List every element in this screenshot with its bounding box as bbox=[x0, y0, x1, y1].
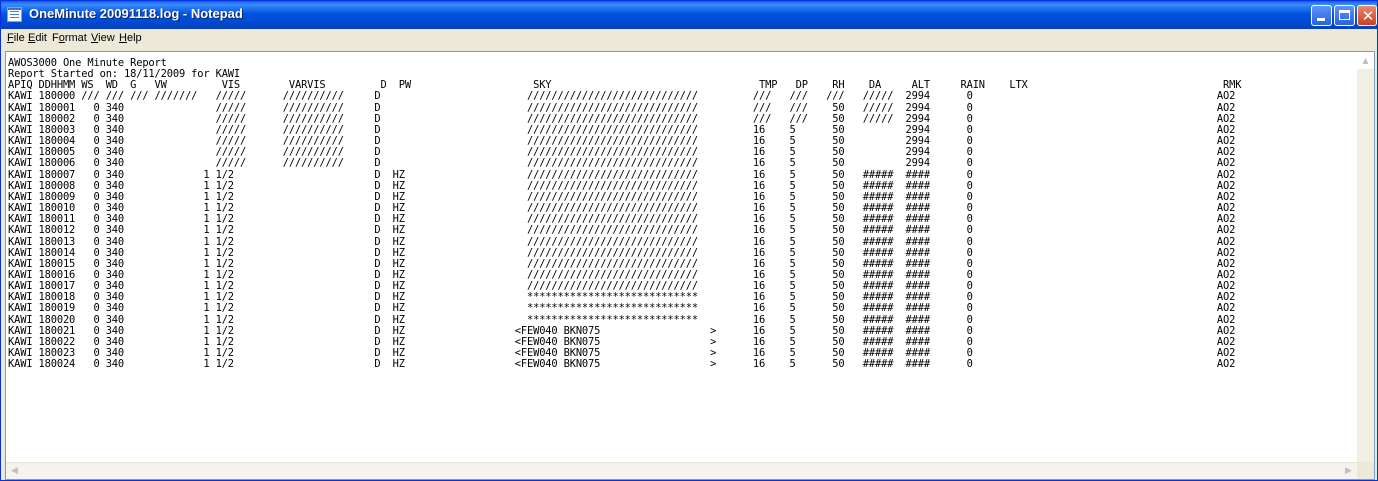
scroll-right-arrow-icon[interactable]: ▶ bbox=[1340, 463, 1357, 479]
menu-file-rest: ile bbox=[13, 32, 25, 44]
close-button[interactable]: ✕ bbox=[1357, 5, 1377, 26]
text-line: KAWI 180024 0 340 1 1/2 D HZ <FEW040 BKN… bbox=[8, 358, 1236, 371]
maximize-icon bbox=[1339, 10, 1350, 20]
close-icon: ✕ bbox=[1361, 7, 1375, 25]
menu-edit[interactable]: Edit bbox=[28, 32, 47, 44]
menu-view-rest: iew bbox=[98, 32, 115, 44]
menu-help[interactable]: Help bbox=[119, 32, 142, 44]
minimize-icon bbox=[1317, 18, 1325, 21]
maximize-button[interactable] bbox=[1334, 5, 1355, 26]
scroll-left-arrow-icon[interactable]: ◀ bbox=[6, 463, 23, 479]
menu-format-rest: rmat bbox=[64, 32, 87, 44]
text-editor[interactable]: AWOS3000 One Minute Report Report Starte… bbox=[5, 51, 1375, 480]
vertical-scrollbar[interactable]: ▲ bbox=[1357, 52, 1374, 464]
menu-bar: File Edit Format View Help bbox=[1, 29, 1377, 49]
menu-format[interactable]: Format bbox=[52, 32, 87, 44]
menu-file[interactable]: File bbox=[7, 32, 25, 44]
size-grip[interactable] bbox=[1357, 462, 1374, 479]
document-text[interactable]: AWOS3000 One Minute Report Report Starte… bbox=[8, 58, 1358, 456]
window-title: OneMinute 20091118.log - Notepad bbox=[29, 6, 243, 21]
notepad-window: OneMinute 20091118.log - Notepad ✕ File … bbox=[0, 0, 1378, 481]
menu-view[interactable]: View bbox=[91, 32, 115, 44]
horizontal-scrollbar[interactable]: ◀ ▶ bbox=[6, 462, 1357, 479]
title-bar[interactable]: OneMinute 20091118.log - Notepad ✕ bbox=[1, 1, 1377, 29]
menu-edit-rest: dit bbox=[35, 32, 47, 44]
menu-format-pre: F bbox=[52, 32, 59, 44]
minimize-button[interactable] bbox=[1311, 5, 1332, 26]
menu-help-accel: H bbox=[119, 32, 127, 44]
menu-help-rest: elp bbox=[126, 32, 142, 44]
scroll-up-arrow-icon[interactable]: ▲ bbox=[1357, 52, 1374, 69]
notepad-icon[interactable] bbox=[7, 7, 22, 22]
menu-file-accel: F bbox=[7, 32, 14, 44]
